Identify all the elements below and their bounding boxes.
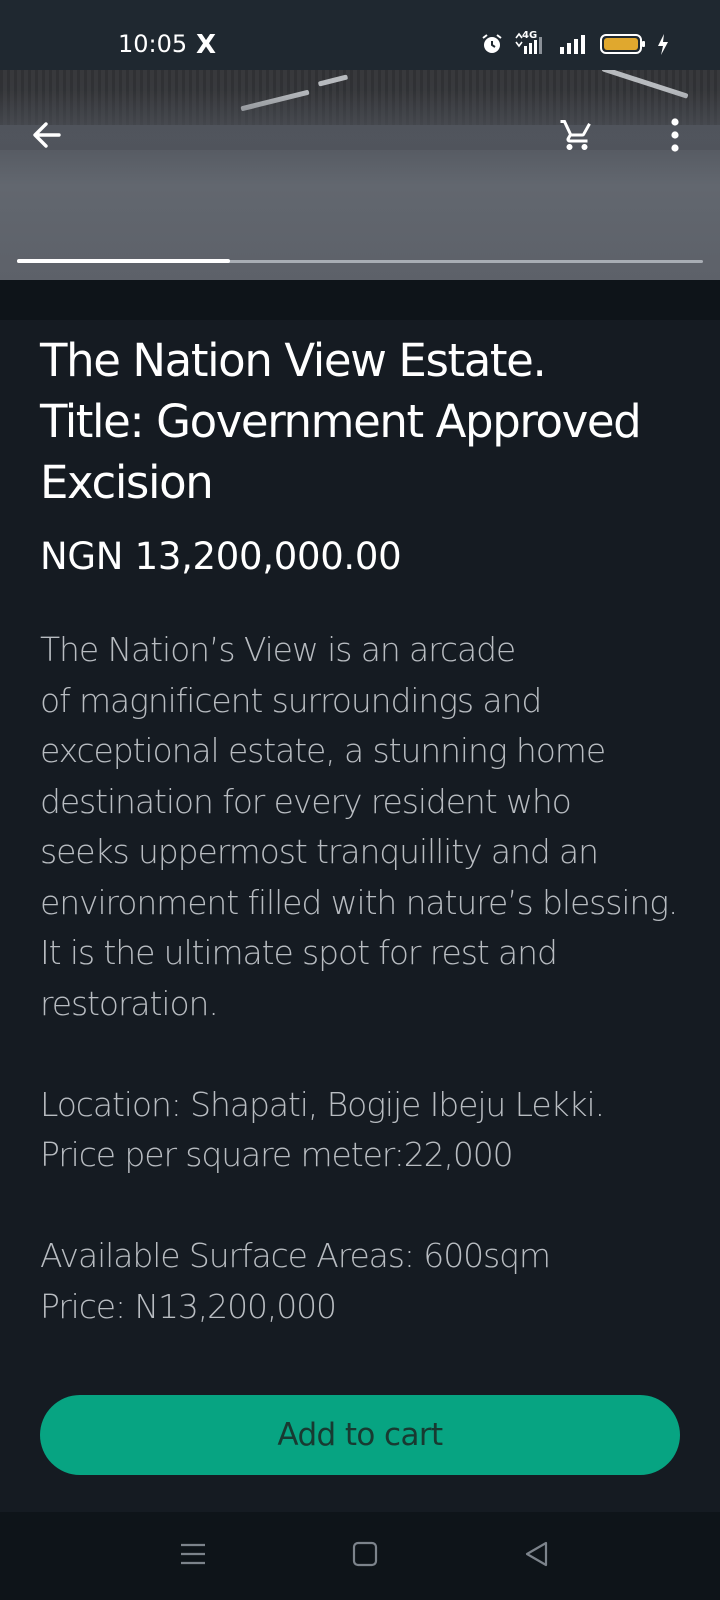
description-line: environment filled with nature’s blessin… bbox=[40, 882, 678, 922]
charging-icon bbox=[656, 32, 670, 56]
signal-icon bbox=[558, 32, 590, 56]
product-title: The Nation View Estate. Title: Governmen… bbox=[40, 330, 690, 513]
description-line: Location: Shapati, Bogije Ibeju Lekki. bbox=[40, 1084, 605, 1124]
menu-icon bbox=[179, 1540, 207, 1572]
description-line: Price: N13,200,000 bbox=[40, 1286, 337, 1326]
back-triangle-icon bbox=[523, 1540, 551, 1572]
more-options-button[interactable] bbox=[648, 110, 702, 164]
status-icons: 4G bbox=[480, 29, 670, 59]
cart-icon bbox=[559, 117, 595, 157]
title-line: Title: Government Approved bbox=[40, 395, 642, 448]
battery-icon bbox=[600, 32, 646, 56]
system-back-button[interactable] bbox=[517, 1536, 557, 1576]
arrow-left-icon bbox=[29, 117, 65, 157]
add-to-cart-button[interactable]: Add to cart bbox=[40, 1395, 680, 1475]
title-line: The Nation View Estate. bbox=[40, 334, 547, 387]
description-line: restoration. bbox=[40, 983, 219, 1023]
description-line: seeks uppermost tranquillity and an bbox=[40, 832, 599, 871]
mobile-data-icon: 4G bbox=[514, 30, 548, 56]
product-image-carousel[interactable] bbox=[0, 70, 720, 280]
product-description: The Nation’s View is an arcade of magnif… bbox=[40, 625, 700, 1332]
product-details[interactable]: The Nation View Estate. Title: Governmen… bbox=[0, 320, 720, 1360]
description-line: destination for every resident who bbox=[40, 781, 572, 821]
home-square-icon bbox=[351, 1540, 379, 1572]
description-line: Price per square meter:22,000 bbox=[40, 1135, 514, 1174]
description-line: It is the ultimate spot for rest and bbox=[40, 933, 558, 972]
title-line: Excision bbox=[40, 456, 214, 509]
description-line: Available Surface Areas: 600sqm bbox=[40, 1236, 551, 1275]
system-navigation-bar bbox=[0, 1512, 720, 1600]
back-button[interactable] bbox=[20, 110, 74, 164]
x-app-icon: X bbox=[196, 30, 217, 60]
status-time: 10:05 bbox=[118, 30, 188, 58]
recent-apps-button[interactable] bbox=[173, 1536, 213, 1576]
alarm-icon bbox=[480, 32, 504, 56]
product-price: NGN 13,200,000.00 bbox=[40, 535, 402, 578]
cart-button[interactable] bbox=[550, 110, 604, 164]
carousel-progress-indicator bbox=[17, 259, 230, 263]
more-vertical-icon bbox=[669, 117, 681, 157]
description-line: of magnificent surroundings and bbox=[40, 680, 542, 720]
description-line bbox=[40, 1029, 700, 1080]
description-line: The Nation’s View is an arcade bbox=[40, 630, 516, 669]
bottom-action-bar: Add to cart bbox=[0, 1360, 720, 1512]
divider-band bbox=[0, 280, 720, 320]
description-line: exceptional estate, a stunning home bbox=[40, 731, 606, 770]
description-line bbox=[40, 1181, 700, 1232]
home-button[interactable] bbox=[345, 1536, 385, 1576]
